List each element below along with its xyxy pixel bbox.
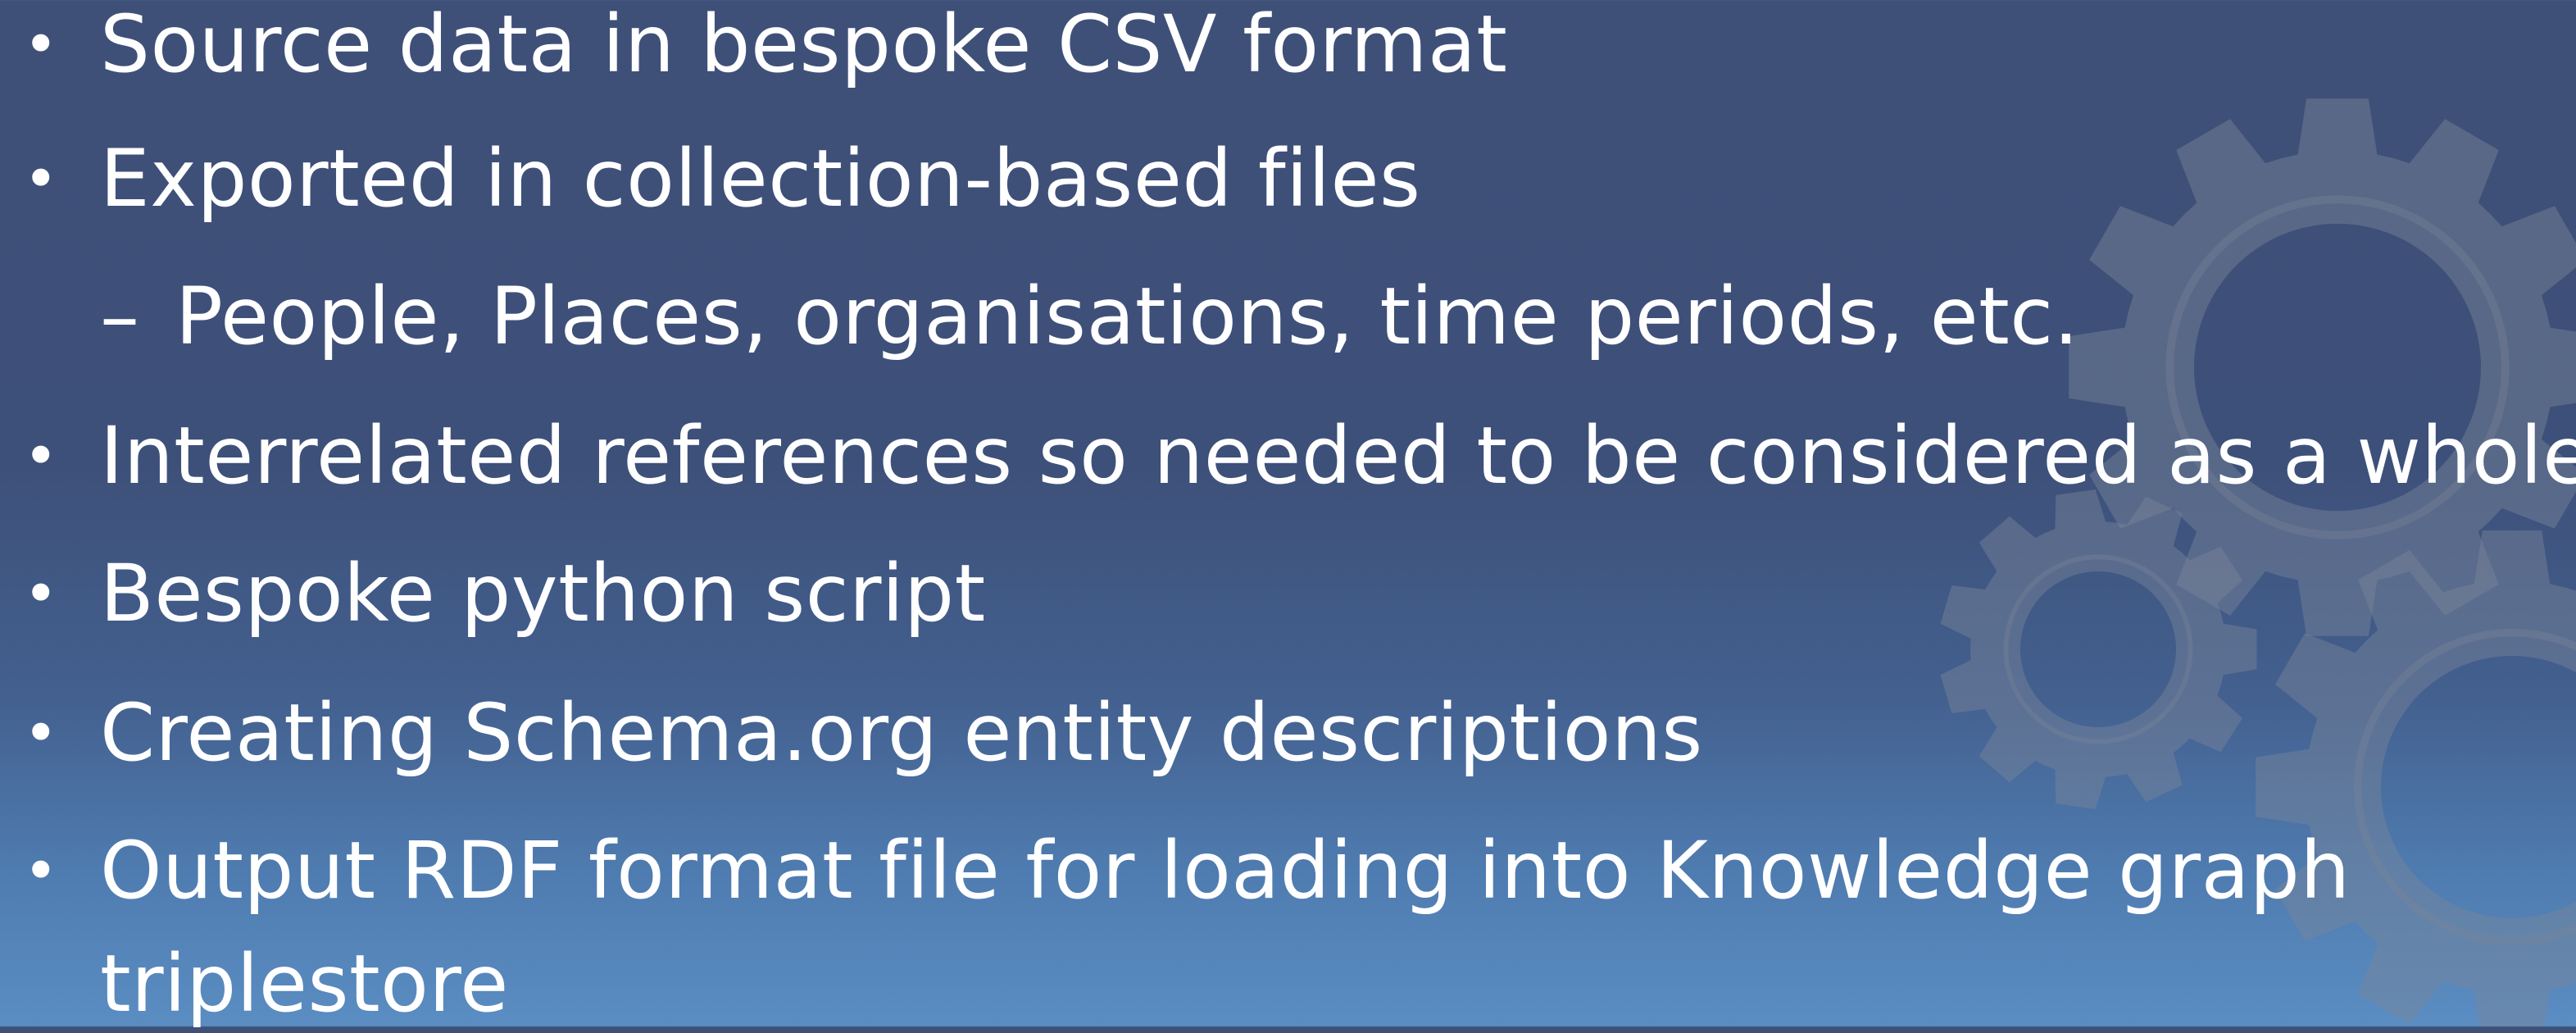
bullet-marker: • — [23, 144, 59, 213]
dash-marker: – — [100, 271, 140, 362]
bullet-marker: • — [23, 559, 59, 628]
bullet-text: Interrelated references so needed to be … — [100, 410, 2576, 502]
bullet-marker: • — [23, 836, 59, 905]
bullet-text: Creating Schema.org entity descriptions — [100, 687, 1703, 779]
bullet-text: Bespoke python script — [100, 548, 986, 639]
bullet-text: Output RDF format file for loading into … — [100, 825, 2351, 917]
slide-content: • Source data in bespoke CSV format • Ex… — [0, 0, 2576, 1030]
bullet-marker: • — [23, 10, 59, 79]
bullet-text: Source data in bespoke CSV format — [100, 0, 1508, 90]
bullet-marker: • — [23, 421, 59, 490]
bullet-marker: • — [23, 699, 59, 767]
bullet-text-continuation: triplestore — [100, 938, 509, 1030]
bullet-text: Exported in collection-based files — [100, 133, 1421, 225]
sub-bullet-text: People, Places, organisations, time peri… — [175, 271, 2079, 362]
